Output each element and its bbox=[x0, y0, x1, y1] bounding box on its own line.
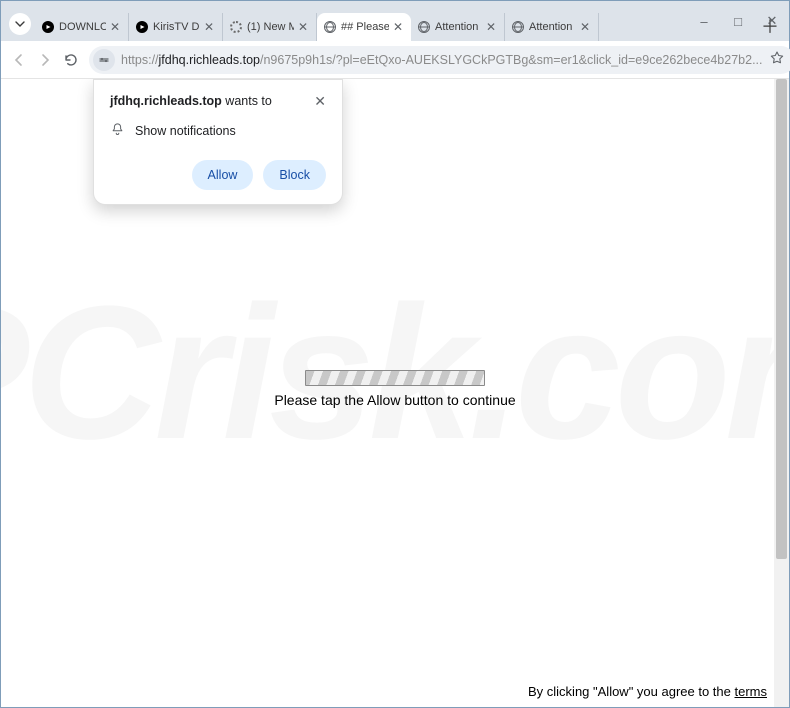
back-button[interactable] bbox=[11, 49, 27, 71]
consent-footer: By clicking "Allow" you agree to the ter… bbox=[528, 684, 767, 699]
tap-allow-message: Please tap the Allow button to continue bbox=[274, 392, 515, 408]
reload-icon bbox=[63, 52, 79, 68]
globe-icon bbox=[511, 20, 525, 34]
browser-window: DOWNLO ✕ KirisTV Do ✕ (1) New M ✕ ## Ple… bbox=[0, 0, 790, 708]
loading-icon bbox=[229, 20, 243, 34]
youtube-icon bbox=[41, 20, 55, 34]
tab-kiristv[interactable]: KirisTV Do ✕ bbox=[129, 13, 223, 41]
address-bar[interactable]: https://jfdhq.richleads.top/n9675p9h1s/?… bbox=[89, 46, 790, 74]
tab-close-button[interactable]: ✕ bbox=[580, 20, 592, 34]
window-minimize-button[interactable]: – bbox=[687, 1, 721, 41]
site-settings-icon[interactable] bbox=[93, 49, 115, 71]
block-button[interactable]: Block bbox=[263, 160, 326, 190]
tabs-container: DOWNLO ✕ KirisTV Do ✕ (1) New M ✕ ## Ple… bbox=[35, 13, 757, 41]
tab-close-button[interactable]: ✕ bbox=[393, 20, 405, 34]
globe-icon bbox=[323, 20, 337, 34]
youtube-icon bbox=[135, 20, 149, 34]
url-rest: /n9675p9h1s/?pl=eEtQxo-AUEKSLYGCkPGTBg&s… bbox=[260, 53, 763, 67]
url-text: https://jfdhq.richleads.top/n9675p9h1s/?… bbox=[121, 53, 763, 67]
page-viewport: PCrisk.com Please tap the Allow button t… bbox=[1, 79, 789, 707]
tab-title: (1) New M bbox=[247, 21, 294, 33]
window-controls: – □ ✕ bbox=[687, 1, 789, 41]
notification-permission-dialog: jfdhq.richleads.top wants to ✕ Show noti… bbox=[93, 79, 343, 205]
tab-close-button[interactable]: ✕ bbox=[204, 20, 216, 34]
permission-dialog-title: jfdhq.richleads.top wants to bbox=[110, 94, 272, 108]
tab-download[interactable]: DOWNLO ✕ bbox=[35, 13, 129, 41]
star-icon bbox=[769, 50, 785, 66]
arrow-right-icon bbox=[37, 52, 53, 68]
permission-site: jfdhq.richleads.top bbox=[110, 94, 222, 108]
tab-attention-1[interactable]: Attention ✕ bbox=[411, 13, 505, 41]
permission-capability: Show notifications bbox=[135, 124, 236, 138]
globe-icon bbox=[417, 20, 431, 34]
url-scheme: https:// bbox=[121, 53, 159, 67]
tab-title: Attention bbox=[435, 21, 482, 33]
tab-dropdown-button[interactable] bbox=[9, 13, 31, 35]
tab-close-button[interactable]: ✕ bbox=[486, 20, 498, 34]
forward-button[interactable] bbox=[37, 49, 53, 71]
bell-icon bbox=[110, 122, 125, 140]
permission-wants-to: wants to bbox=[225, 94, 272, 108]
tab-close-button[interactable]: ✕ bbox=[110, 20, 122, 34]
consent-footer-text: By clicking "Allow" you agree to the bbox=[528, 684, 735, 699]
fake-progress-bar bbox=[305, 370, 485, 386]
tab-title: KirisTV Do bbox=[153, 21, 200, 33]
window-maximize-button[interactable]: □ bbox=[721, 1, 755, 41]
terms-link[interactable]: terms bbox=[735, 684, 768, 699]
allow-button[interactable]: Allow bbox=[192, 160, 254, 190]
reload-button[interactable] bbox=[63, 49, 79, 71]
bookmark-button[interactable] bbox=[769, 50, 785, 69]
tab-newmessage[interactable]: (1) New M ✕ bbox=[223, 13, 317, 41]
tab-title: ## Please bbox=[341, 21, 389, 33]
arrow-left-icon bbox=[11, 52, 27, 68]
tab-attention-2[interactable]: Attention ✕ bbox=[505, 13, 599, 41]
window-close-button[interactable]: ✕ bbox=[755, 1, 789, 41]
chevron-down-icon bbox=[15, 19, 25, 29]
tab-please[interactable]: ## Please ✕ bbox=[317, 13, 411, 41]
tab-strip: DOWNLO ✕ KirisTV Do ✕ (1) New M ✕ ## Ple… bbox=[1, 1, 789, 41]
url-host: jfdhq.richleads.top bbox=[159, 53, 260, 67]
browser-toolbar: https://jfdhq.richleads.top/n9675p9h1s/?… bbox=[1, 41, 789, 79]
tab-close-button[interactable]: ✕ bbox=[298, 20, 310, 34]
permission-close-button[interactable]: ✕ bbox=[314, 94, 326, 108]
tab-title: Attention bbox=[529, 21, 576, 33]
tab-title: DOWNLO bbox=[59, 21, 106, 33]
